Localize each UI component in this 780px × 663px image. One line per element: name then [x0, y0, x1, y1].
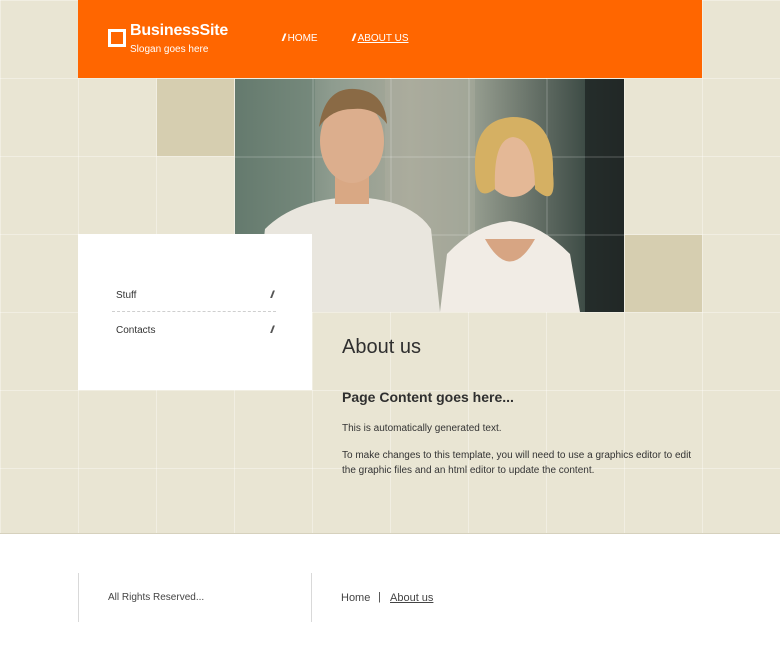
sidebar-divider [112, 311, 276, 312]
sidebar-item-label: Contacts [116, 325, 156, 336]
footer-divider [0, 533, 780, 534]
nav-about-label: ABOUT US [357, 33, 409, 44]
decor-tile [157, 79, 234, 156]
footer-link-about[interactable]: About us [390, 592, 433, 604]
header-bar: BusinessSite Slogan goes here //HOME //A… [78, 0, 702, 78]
footer-link-home[interactable]: Home [341, 592, 370, 604]
nav-home-label: HOME [287, 33, 318, 44]
site-slogan: Slogan goes here [130, 44, 209, 55]
footer-divider-left [78, 573, 79, 622]
double-slash-icon: // [282, 33, 285, 44]
decor-tile [625, 235, 702, 312]
content-heading: Page Content goes here... [342, 389, 514, 405]
double-slash-icon: // [270, 290, 273, 301]
nav-home-link[interactable]: //HOME [282, 33, 318, 44]
site-brand[interactable]: BusinessSite [130, 22, 228, 40]
footer-divider-middle [311, 573, 312, 622]
copyright-text: All Rights Reserved... [108, 592, 205, 603]
logo-square-icon [108, 29, 126, 47]
sidebar-menu: Stuff // Contacts // [78, 234, 312, 390]
sidebar-item-stuff[interactable]: Stuff // [112, 290, 276, 324]
sidebar-item-contacts[interactable]: Contacts // [112, 325, 276, 359]
page-title: About us [342, 336, 421, 358]
footer-link-separator: | [378, 591, 381, 603]
nav-about-link[interactable]: //ABOUT US [352, 33, 409, 44]
sidebar-item-label: Stuff [116, 290, 137, 301]
double-slash-icon: // [270, 325, 273, 336]
content-paragraph: To make changes to this template, you wi… [342, 450, 692, 476]
double-slash-icon: // [352, 33, 355, 44]
content-paragraph: This is automatically generated text. [342, 423, 502, 434]
